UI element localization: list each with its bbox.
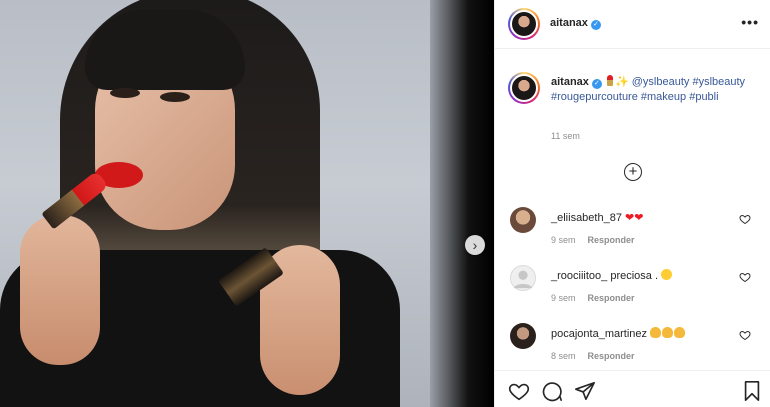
comment-time[interactable]: 8 sem — [551, 351, 576, 361]
caption-avatar[interactable] — [508, 72, 540, 104]
red-hearts-icon: ❤❤ — [625, 212, 644, 224]
like-comment-heart-icon[interactable] — [739, 329, 751, 341]
comment-item: pocajonta_martinez 8 sem Responder — [495, 323, 770, 375]
comment-time[interactable]: 9 sem — [551, 235, 576, 245]
star-struck-emoji-icon — [661, 269, 673, 280]
caption-username[interactable]: aitanax — [551, 76, 589, 88]
photo-eye-left — [110, 88, 140, 98]
reply-button[interactable]: Responder — [588, 351, 635, 361]
caption-text: aitanax ✓ ✨ @yslbeauty #yslbeauty #rougep… — [551, 75, 751, 105]
author-avatar[interactable] — [508, 8, 540, 40]
comment-item: _rooсiiitoo_ preciosa . 9 sem Responder — [495, 265, 770, 317]
commenter-username[interactable]: _eliisabeth_87 — [551, 212, 622, 224]
comment-item: _eliisabeth_87 ❤❤ 9 sem Responder — [495, 207, 770, 259]
photo-eye-right — [160, 92, 190, 102]
post-timestamp[interactable]: 11 sem — [551, 131, 580, 141]
author-username[interactable]: aitanax ✓ — [550, 17, 601, 30]
like-comment-heart-icon[interactable] — [739, 271, 751, 283]
post-photo[interactable] — [0, 0, 494, 407]
save-bookmark-icon[interactable] — [741, 380, 763, 402]
photo-bangs — [85, 10, 245, 90]
comment-body: preciosa . — [610, 270, 659, 282]
comment-text: _rooсiiitoo_ preciosa . — [551, 269, 673, 282]
lipstick-icon — [606, 75, 613, 86]
comment-text: pocajonta_martinez — [551, 327, 686, 340]
load-more-comments-button[interactable]: + — [624, 163, 642, 181]
share-paper-plane-icon[interactable] — [574, 380, 596, 402]
comment-meta: 9 sem Responder — [551, 235, 635, 245]
post-sidebar: aitanax ✓ ••• aitanax ✓ ✨ @yslbeauty #yslb… — [494, 0, 770, 407]
commenter-avatar[interactable] — [510, 207, 536, 233]
more-options-icon[interactable]: ••• — [741, 14, 759, 30]
commenter-avatar[interactable] — [510, 265, 536, 291]
clapping-hands-emoji-icon — [650, 327, 686, 340]
reply-button[interactable]: Responder — [588, 235, 635, 245]
sparkles-icon: ✨ — [614, 76, 629, 88]
photo-hand-left — [20, 215, 100, 365]
caption-mention[interactable]: @yslbeauty — [632, 76, 690, 88]
default-user-icon — [513, 270, 533, 289]
comment-time[interactable]: 9 sem — [551, 293, 576, 303]
reply-button[interactable]: Responder — [588, 293, 635, 303]
like-comment-heart-icon[interactable] — [739, 213, 751, 225]
commenter-username[interactable]: pocajonta_martinez — [551, 328, 647, 340]
comment-bubble-icon[interactable] — [541, 380, 563, 402]
post-action-bar — [495, 370, 770, 407]
post-header: aitanax ✓ ••• — [495, 0, 770, 49]
commenter-username[interactable]: _rooсiiitoo_ — [551, 270, 607, 282]
verified-badge-icon: ✓ — [590, 20, 601, 30]
next-photo-button[interactable]: › — [465, 235, 485, 255]
comment-meta: 8 sem Responder — [551, 351, 635, 361]
comment-text: _eliisabeth_87 ❤❤ — [551, 211, 643, 224]
commenter-avatar[interactable] — [510, 323, 536, 349]
verified-badge-icon: ✓ — [591, 79, 602, 89]
like-heart-icon[interactable] — [508, 380, 530, 402]
photo-shadow — [430, 0, 494, 407]
comment-meta: 9 sem Responder — [551, 293, 635, 303]
